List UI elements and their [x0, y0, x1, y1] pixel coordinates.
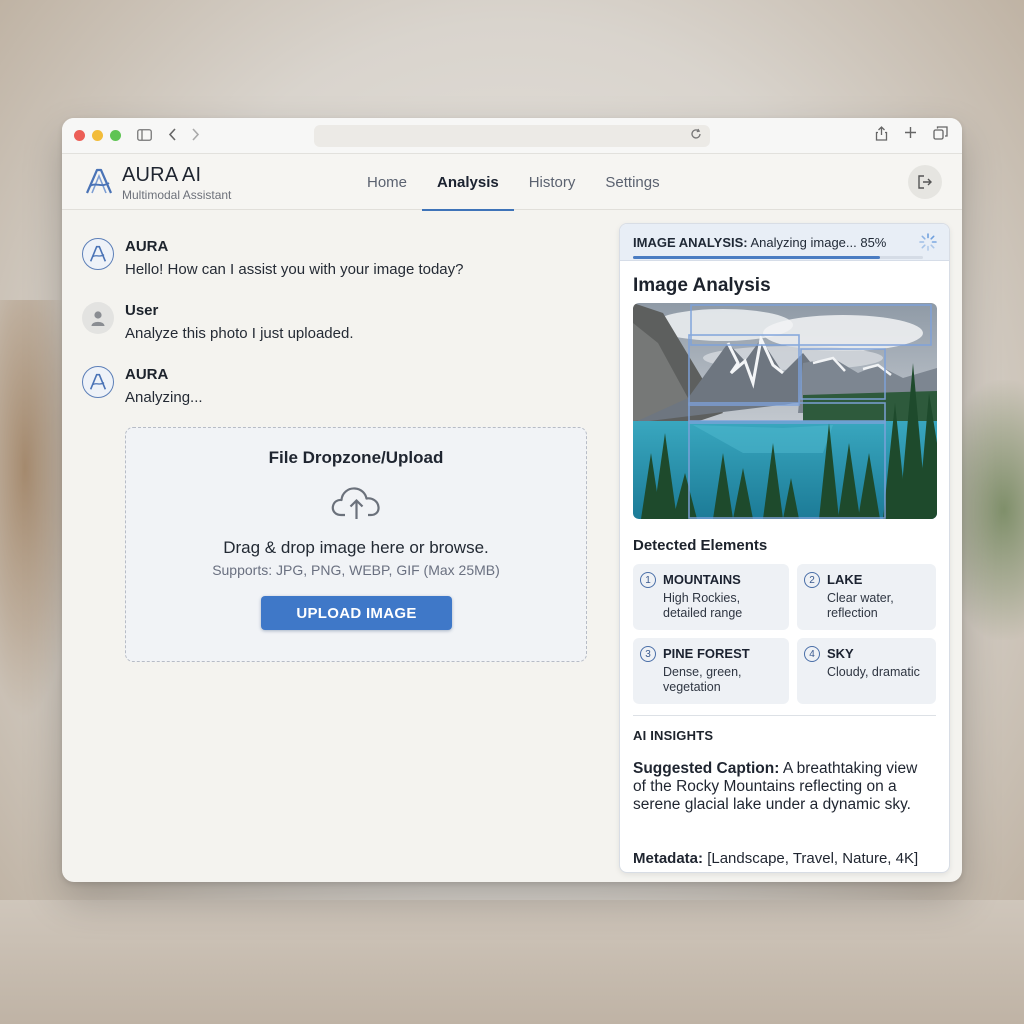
image-analysis-panel: IMAGE ANALYSIS: Analyzing image... 85% I… [619, 223, 950, 873]
browser-window: AURA AI Multimodal Assistant Home Analys… [62, 118, 962, 882]
back-icon[interactable] [168, 127, 177, 144]
app-header: AURA AI Multimodal Assistant Home Analys… [62, 154, 962, 211]
logout-icon [918, 175, 932, 189]
new-tab-icon[interactable] [904, 126, 917, 144]
analysis-status-bar: IMAGE ANALYSIS: Analyzing image... 85% [620, 224, 949, 261]
element-number: 1 [640, 572, 656, 588]
status-label: IMAGE ANALYSIS: [633, 235, 748, 250]
loading-spinner-icon [919, 233, 937, 251]
message-sender: AURA [125, 238, 169, 255]
detected-element-card[interactable]: 4 SKY Cloudy, dramatic [797, 638, 936, 704]
cloud-upload-icon [331, 487, 380, 519]
element-description: High Rockies, detailed range [663, 591, 743, 620]
detected-element-card[interactable]: 1 MOUNTAINS High Rockies, detailed range [633, 564, 789, 630]
element-number: 3 [640, 646, 656, 662]
image-metadata: Metadata: [Landscape, Travel, Nature, 4K… [633, 850, 943, 867]
tabs-overview-icon[interactable] [933, 126, 948, 144]
message-text: Hello! How can I assist you with your im… [125, 261, 464, 278]
close-window-button[interactable] [74, 130, 85, 141]
aura-logo-icon [89, 373, 107, 390]
aura-avatar [82, 238, 114, 270]
share-icon[interactable] [875, 126, 888, 144]
message-sender: AURA [125, 366, 169, 383]
detected-element-card[interactable]: 2 LAKE Clear water, reflection [797, 564, 936, 630]
aura-logo-icon [85, 168, 113, 194]
dropzone-instruction: Drag & drop image here or browse. [223, 538, 489, 557]
tab-settings[interactable]: Settings [590, 154, 674, 210]
ai-insights-title: AI INSIGHTS [633, 728, 714, 743]
chat-area: AURA Hello! How can I assist you with yo… [62, 210, 607, 882]
element-name: LAKE [827, 572, 863, 587]
window-controls [74, 130, 121, 141]
element-description: Cloudy, dramatic [827, 665, 920, 679]
metadata-label: Metadata: [633, 850, 704, 867]
element-number: 4 [804, 646, 820, 662]
forward-icon[interactable] [191, 127, 200, 144]
metadata-tags: [Landscape, Travel, Nature, 4K] [707, 850, 919, 867]
element-name: SKY [827, 646, 854, 661]
sidebar-toggle-icon[interactable] [137, 128, 152, 144]
message-sender: User [125, 302, 159, 319]
address-bar[interactable] [314, 125, 710, 147]
background-floor [0, 900, 1024, 1024]
reload-icon[interactable] [690, 128, 702, 143]
tab-home[interactable]: Home [352, 154, 422, 210]
app-title: AURA AI [122, 164, 202, 186]
upload-image-button[interactable]: UPLOAD IMAGE [261, 596, 452, 630]
message-text: Analyzing... [125, 389, 203, 406]
dropzone-title: File Dropzone/Upload [268, 448, 444, 467]
tab-history[interactable]: History [514, 154, 591, 210]
browser-actions [875, 126, 948, 144]
analyzed-photo [633, 303, 937, 519]
analysis-title: Image Analysis [633, 275, 771, 296]
element-description: Clear water, reflection [827, 591, 894, 620]
analysis-status: IMAGE ANALYSIS: Analyzing image... 85% [633, 235, 886, 250]
element-number: 2 [804, 572, 820, 588]
background-plant-right [960, 380, 1024, 640]
user-avatar [82, 302, 114, 334]
section-divider [633, 715, 936, 716]
app-subtitle: Multimodal Assistant [122, 188, 232, 202]
status-text: Analyzing image... 85% [750, 235, 887, 250]
dropzone-supported-formats: Supports: JPG, PNG, WEBP, GIF (Max 25MB) [212, 562, 500, 578]
message-text: Analyze this photo I just uploaded. [125, 325, 354, 342]
detected-elements-title: Detected Elements [633, 537, 768, 554]
caption-label: Suggested Caption: [633, 760, 780, 777]
aura-logo-icon [89, 245, 107, 262]
analysis-progress-bar [633, 256, 923, 259]
browser-toolbar [62, 118, 962, 154]
user-icon [91, 311, 105, 326]
file-dropzone[interactable]: File Dropzone/Upload Drag & drop image h… [125, 427, 587, 662]
element-description: Dense, green, vegetation [663, 665, 742, 694]
logout-button[interactable] [908, 165, 942, 199]
minimize-window-button[interactable] [92, 130, 103, 141]
suggested-caption: Suggested Caption: A breathtaking view o… [633, 760, 933, 814]
maximize-window-button[interactable] [110, 130, 121, 141]
aura-avatar [82, 366, 114, 398]
analysis-progress-fill [633, 256, 880, 259]
tab-analysis[interactable]: Analysis [422, 154, 514, 211]
detected-element-card[interactable]: 3 PINE FOREST Dense, green, vegetation [633, 638, 789, 704]
main-nav: Home Analysis History Settings [352, 154, 675, 211]
element-name: MOUNTAINS [663, 572, 741, 587]
element-name: PINE FOREST [663, 646, 750, 661]
